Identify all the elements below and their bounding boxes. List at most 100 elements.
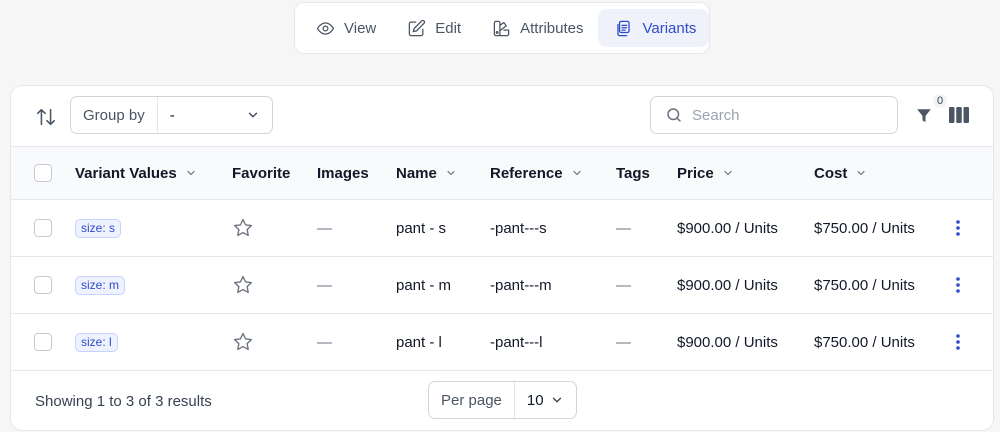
row-select-cell: [11, 314, 75, 371]
header-name-label: Name: [396, 164, 437, 182]
record-tabs: View Edit Attributes Variants: [294, 2, 710, 54]
tab-view[interactable]: View: [300, 9, 389, 47]
name-cell: pant - l: [396, 333, 442, 351]
price-cell: $900.00 / Units: [677, 276, 778, 294]
chevron-down-icon: [447, 170, 455, 176]
images-cell: —: [317, 333, 332, 351]
favorite-cell: [232, 314, 317, 371]
group-by-value: -: [169, 106, 175, 124]
images-cell: —: [317, 276, 332, 294]
row-checkbox[interactable]: [34, 219, 52, 238]
pagination-summary: Showing 1 to 3 of 3 results: [35, 393, 212, 410]
cost-cell: $750.00 / Units: [814, 333, 915, 351]
header-actions: [937, 147, 993, 200]
reference-cell: -pant---m: [490, 276, 552, 294]
table-row[interactable]: size: s — pant - s -pant---s — $900.00 /…: [11, 200, 993, 257]
tab-variants-label: Variants: [642, 19, 697, 37]
columns-icon[interactable]: [949, 107, 969, 123]
header-cost-label: Cost: [814, 164, 848, 182]
header-images-label: Images: [317, 164, 369, 182]
table-toolbar: Group by - 0: [11, 86, 993, 146]
tags-cell: —: [616, 219, 631, 237]
variants-table: Variant Values Favorite Images Name Refe…: [11, 146, 993, 371]
more-vertical-icon[interactable]: [950, 275, 966, 295]
header-variant-values-label: Variant Values: [75, 164, 177, 182]
chevron-down-icon: [572, 170, 581, 176]
per-page-select[interactable]: 10: [515, 392, 576, 409]
reference-cell: -pant---s: [490, 219, 547, 237]
group-by-select[interactable]: Group by -: [70, 96, 273, 134]
price-cell: $900.00 / Units: [677, 219, 778, 237]
variant-values-cell: size: l: [75, 314, 232, 371]
cost-cell: $750.00 / Units: [814, 219, 915, 237]
price-cell: $900.00 / Units: [677, 333, 778, 351]
variants-table-card: Group by - 0 Variant Values Favorite: [10, 85, 994, 431]
header-name[interactable]: Name: [396, 147, 490, 200]
variant-value-badge: size: l: [75, 332, 118, 352]
row-actions-cell: [937, 314, 993, 371]
chevron-down-icon: [552, 397, 562, 403]
header-tags: Tags: [616, 147, 677, 200]
header-reference-label: Reference: [490, 164, 563, 182]
name-cell: pant - s: [396, 219, 447, 237]
images-cell: —: [317, 219, 332, 237]
filter-count-badge: 0: [933, 94, 948, 108]
chevron-down-icon: [187, 170, 195, 176]
more-vertical-icon[interactable]: [950, 218, 966, 238]
tab-attributes[interactable]: Attributes: [476, 9, 596, 47]
row-select-cell: [11, 257, 75, 314]
table-row[interactable]: size: l — pant - l -pant---l — $900.00 /…: [11, 314, 993, 371]
per-page-label: Per page: [429, 382, 515, 418]
tab-edit-label: Edit: [435, 19, 462, 37]
chevron-down-icon: [724, 170, 732, 176]
select-all-cell: [11, 147, 75, 200]
favorite-cell: [232, 257, 317, 314]
header-images: Images: [317, 147, 396, 200]
group-by-label: Group by: [71, 97, 158, 133]
select-all-checkbox[interactable]: [34, 164, 52, 183]
table-header-row: Variant Values Favorite Images Name Refe…: [11, 146, 993, 200]
header-favorite: Favorite: [232, 147, 317, 200]
header-reference[interactable]: Reference: [490, 147, 616, 200]
search-box[interactable]: [650, 96, 898, 134]
header-tags-label: Tags: [616, 164, 650, 182]
eye-icon: [316, 21, 335, 35]
group-by-value-wrap: -: [158, 107, 272, 124]
variant-value-badge: size: s: [75, 218, 122, 238]
chevron-down-icon: [857, 170, 865, 176]
per-page-value: 10: [526, 391, 544, 409]
clipboard-document-list-icon: [617, 20, 631, 36]
star-icon[interactable]: [232, 274, 254, 296]
search-input[interactable]: [692, 106, 882, 124]
tab-edit[interactable]: Edit: [391, 9, 474, 47]
tags-cell: —: [616, 333, 631, 351]
row-actions-cell: [937, 200, 993, 257]
tab-view-label: View: [344, 19, 377, 37]
header-variant-values[interactable]: Variant Values: [75, 147, 232, 200]
star-icon[interactable]: [232, 217, 254, 239]
sort-arrows-icon[interactable]: [35, 106, 57, 128]
chevron-down-icon: [248, 112, 258, 118]
filter-icon[interactable]: [915, 106, 933, 126]
tab-variants[interactable]: Variants: [598, 9, 710, 47]
reference-cell: -pant---l: [490, 333, 543, 351]
tab-attributes-label: Attributes: [520, 19, 584, 37]
header-favorite-label: Favorite: [232, 164, 291, 182]
star-icon[interactable]: [232, 331, 254, 353]
search-icon: [667, 108, 681, 122]
variant-values-cell: size: s: [75, 200, 232, 257]
table-footer: Showing 1 to 3 of 3 results Per page 10: [11, 371, 993, 430]
favorite-cell: [232, 200, 317, 257]
per-page-control: Per page 10: [428, 381, 577, 419]
row-checkbox[interactable]: [34, 333, 52, 352]
row-actions-cell: [937, 257, 993, 314]
swatch-icon: [493, 20, 510, 36]
more-vertical-icon[interactable]: [950, 332, 966, 352]
name-cell: pant - m: [396, 276, 452, 294]
header-price[interactable]: Price: [677, 147, 814, 200]
header-cost[interactable]: Cost: [814, 147, 937, 200]
row-checkbox[interactable]: [34, 276, 52, 295]
variant-values-cell: size: m: [75, 257, 232, 314]
table-row[interactable]: size: m — pant - m -pant---m — $900.00 /…: [11, 257, 993, 314]
cost-cell: $750.00 / Units: [814, 276, 915, 294]
